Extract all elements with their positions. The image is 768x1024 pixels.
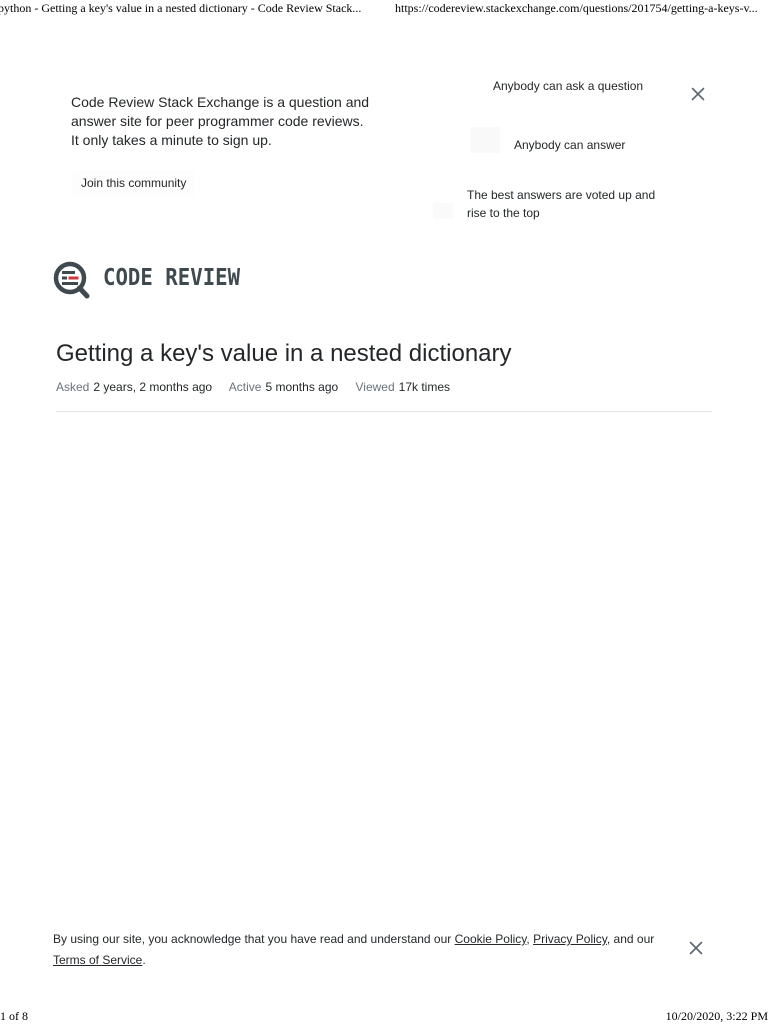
privacy-policy-link[interactable]: Privacy Policy xyxy=(533,932,607,946)
print-footer: 1 of 8 10/20/2020, 3:22 PM xyxy=(0,1009,768,1024)
active-value[interactable]: 5 months ago xyxy=(265,380,338,394)
answer-feature-icon xyxy=(470,127,500,153)
cookie-text-mid: , and our xyxy=(606,932,655,946)
cookie-text-intro: By using our site, you acknowledge that … xyxy=(53,932,455,946)
vote-feature-icon xyxy=(433,203,453,219)
close-icon xyxy=(689,941,703,955)
asked-info: Asked 2 years, 2 months ago xyxy=(56,380,212,394)
question-meta: Asked 2 years, 2 months ago Active 5 month… xyxy=(56,379,464,395)
close-icon xyxy=(691,87,705,101)
viewed-value: 17k times xyxy=(398,380,451,394)
terms-of-service-link[interactable]: Terms of Service xyxy=(53,953,142,967)
banner-close-button[interactable] xyxy=(691,87,707,103)
print-page-number: 1 of 8 xyxy=(0,1009,28,1023)
cookie-text-end: . xyxy=(142,953,146,967)
active-label: Active xyxy=(228,380,262,394)
print-header: python - Getting a key's value in a nest… xyxy=(0,0,768,16)
asked-label: Asked xyxy=(56,380,90,394)
cookie-policy-link[interactable]: Cookie Policy xyxy=(455,932,527,946)
viewed-label: Viewed xyxy=(355,380,395,394)
logo-text: CODE REVIEW xyxy=(103,265,241,291)
feature-vote: The best answers are voted up and rise t… xyxy=(467,188,656,220)
viewed-info: Viewed 17k times xyxy=(356,380,451,394)
question-title[interactable]: Getting a key's value in a nested dictio… xyxy=(56,339,512,369)
join-community-button[interactable]: Join this community xyxy=(72,170,196,196)
print-datetime: 10/20/2020, 3:22 PM xyxy=(665,1009,768,1023)
print-page-title: python - Getting a key's value in a nest… xyxy=(0,1,362,15)
cookie-close-button[interactable] xyxy=(689,941,705,957)
active-info: Active 5 months ago xyxy=(229,380,338,394)
print-page-url: https://codereview.stackexchange.com/que… xyxy=(395,1,758,15)
asked-value[interactable]: 2 years, 2 months ago xyxy=(93,380,212,394)
header-divider xyxy=(56,411,712,412)
code-review-logo-icon xyxy=(53,261,90,299)
feature-answer: Anybody can answer xyxy=(514,138,626,152)
feature-ask: Anybody can ask a question xyxy=(493,79,644,93)
cookie-notice: By using our site, you acknowledge that … xyxy=(53,929,663,971)
banner-description: Code Review Stack Exchange is a question… xyxy=(71,94,370,148)
